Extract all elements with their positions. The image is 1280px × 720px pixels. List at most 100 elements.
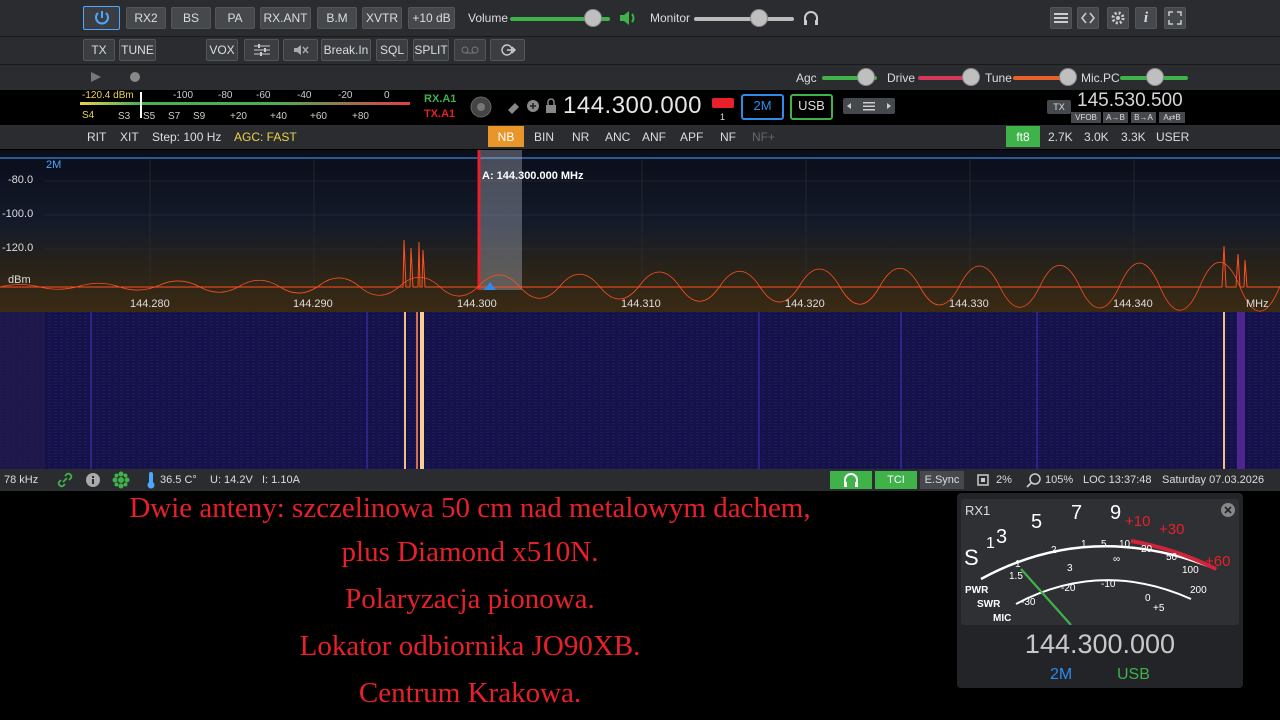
anf-button[interactable]: ANF — [642, 130, 666, 144]
band-selector[interactable]: 2M — [741, 94, 784, 120]
s-scale-label: 9 — [1110, 502, 1122, 524]
rx-ant-button[interactable]: RX.ANT — [260, 7, 311, 29]
nr-button[interactable]: NR — [572, 130, 589, 144]
vfob-button[interactable]: VFOB — [1071, 112, 1101, 123]
band-nav[interactable] — [843, 98, 895, 114]
mic-scale-label: -10 — [1101, 579, 1116, 590]
tune-knob[interactable] — [1059, 68, 1077, 86]
marker-label: A: 144.300.000 MHz — [482, 170, 584, 182]
list-icon[interactable] — [1050, 7, 1072, 29]
bm-button[interactable]: B.M — [317, 7, 357, 29]
temperature: 36.5 C° — [160, 474, 197, 486]
eq-sliders-icon[interactable] — [244, 39, 279, 61]
caption-line: Lokator odbiornika JO90XB. — [299, 630, 641, 662]
mute-speaker-icon[interactable] — [283, 39, 318, 61]
record-icon[interactable] — [129, 71, 141, 83]
pa-button[interactable]: PA — [215, 7, 255, 29]
mic-knob[interactable] — [1146, 68, 1164, 86]
mic-scale-label: 0 — [1145, 593, 1151, 604]
sql-button[interactable]: SQL — [376, 39, 408, 61]
plus-icon[interactable] — [526, 99, 540, 113]
swap-ab-button[interactable]: A⇄B — [1159, 112, 1185, 123]
close-icon[interactable] — [1220, 502, 1236, 518]
step-label[interactable]: Step: 100 Hz — [152, 130, 221, 144]
eraser-icon[interactable] — [505, 99, 521, 115]
bw-3-3k-button[interactable]: 3.3K — [1121, 130, 1146, 144]
swr-scale-label: 2 — [1051, 545, 1057, 556]
scale-bottom: S7 — [168, 111, 181, 122]
zoom-icon[interactable] — [1026, 472, 1042, 488]
nf-button[interactable]: NF — [720, 130, 736, 144]
tx-badge[interactable]: TX — [1047, 100, 1071, 114]
second-toolbar: TX TUNE VOX Break.In SQL SPLIT — [0, 37, 1280, 65]
mode-selector[interactable]: USB — [790, 94, 833, 120]
tune-button[interactable]: TUNE — [119, 39, 156, 61]
gear-icon[interactable] — [1107, 7, 1129, 29]
plus10db-button[interactable]: +10 dB — [408, 7, 455, 29]
nf-plus-button[interactable]: NF+ — [752, 130, 775, 144]
monitor-label: Monitor — [650, 11, 691, 25]
s-value: S4 — [82, 110, 95, 121]
spectrum-panel[interactable]: 2M -80.0 -100.0 -120.0 dBm A: 144.300.00… — [0, 150, 1280, 312]
exit-icon[interactable] — [490, 39, 525, 61]
split-button[interactable]: SPLIT — [413, 39, 449, 61]
headphones-icon[interactable] — [802, 9, 820, 27]
a-to-b-button[interactable]: A→B — [1103, 112, 1128, 123]
mic-scale-label: +5 — [1153, 603, 1165, 614]
vfo-a-frequency[interactable]: 144.300.000 — [563, 92, 702, 120]
s-scale-label: 3 — [996, 526, 1008, 548]
anc-button[interactable]: ANC — [605, 130, 630, 144]
tx-button[interactable]: TX — [83, 39, 115, 61]
rx2-button[interactable]: RX2 — [126, 7, 166, 29]
xit-button[interactable]: XIT — [120, 130, 139, 144]
waterfall-panel[interactable] — [0, 312, 1280, 469]
meter-row-label: PWR — [965, 585, 989, 596]
dial-icon[interactable] — [469, 95, 493, 119]
vox-button[interactable]: VOX — [206, 39, 238, 61]
scale-bottom: S9 — [193, 111, 206, 122]
monitor-knob[interactable] — [750, 9, 768, 27]
cpu-icon — [977, 474, 989, 486]
power-button[interactable] — [83, 6, 120, 30]
speaker-icon[interactable] — [618, 9, 638, 27]
bw-2-7k-button[interactable]: 2.7K — [1048, 130, 1073, 144]
apf-button[interactable]: APF — [680, 130, 703, 144]
fullscreen-icon[interactable] — [1164, 7, 1186, 29]
monitor-slider[interactable] — [694, 17, 794, 21]
meter-row-label: MIC — [993, 613, 1012, 624]
bw-user-button[interactable]: USER — [1156, 130, 1189, 144]
breakin-button[interactable]: Break.In — [321, 39, 371, 61]
vfo-b-frequency[interactable]: 145.530.500 — [1077, 90, 1183, 112]
tx-antenna[interactable]: TX.A1 — [424, 108, 455, 120]
scale-top: -40 — [297, 90, 312, 101]
lock-icon[interactable] — [545, 98, 557, 114]
scale-top: 0 — [384, 90, 390, 101]
agc-label: Agc — [796, 71, 817, 85]
pwr-scale-label: 100 — [1182, 565, 1199, 576]
bin-button[interactable]: BIN — [534, 130, 554, 144]
s-scale-label: 1 — [986, 535, 995, 552]
pwr-scale-label: 50 — [1166, 552, 1178, 563]
xvtr-button[interactable]: XVTR — [362, 7, 402, 29]
scale-bottom: +40 — [270, 111, 287, 122]
caption-line: Dwie anteny: szczelinowa 50 cm nad metal… — [129, 492, 811, 524]
agc-knob[interactable] — [857, 68, 875, 86]
drive-knob[interactable] — [962, 68, 980, 86]
tape-icon[interactable] — [454, 39, 486, 61]
freq-label: 144.340 — [1113, 298, 1153, 310]
play-icon[interactable] — [90, 71, 102, 83]
rx-antenna[interactable]: RX.A1 — [424, 93, 456, 105]
info-icon[interactable]: i — [1135, 7, 1157, 29]
agc-mode[interactable]: AGC: FAST — [234, 130, 297, 144]
date: Saturday 07.03.2026 — [1162, 474, 1265, 486]
bw-ft8-button[interactable]: ft8 — [1006, 126, 1040, 147]
bw-3-0k-button[interactable]: 3.0K — [1084, 130, 1109, 144]
b-to-a-button[interactable]: B→A — [1131, 112, 1156, 123]
volume-knob[interactable] — [584, 9, 602, 27]
nb-button[interactable]: NB — [488, 126, 524, 147]
scale-top: -100 — [173, 90, 194, 101]
spectrum-band-label: 2M — [46, 159, 62, 171]
bs-button[interactable]: BS — [171, 7, 211, 29]
code-icon[interactable] — [1077, 7, 1099, 29]
rit-button[interactable]: RIT — [87, 130, 106, 144]
